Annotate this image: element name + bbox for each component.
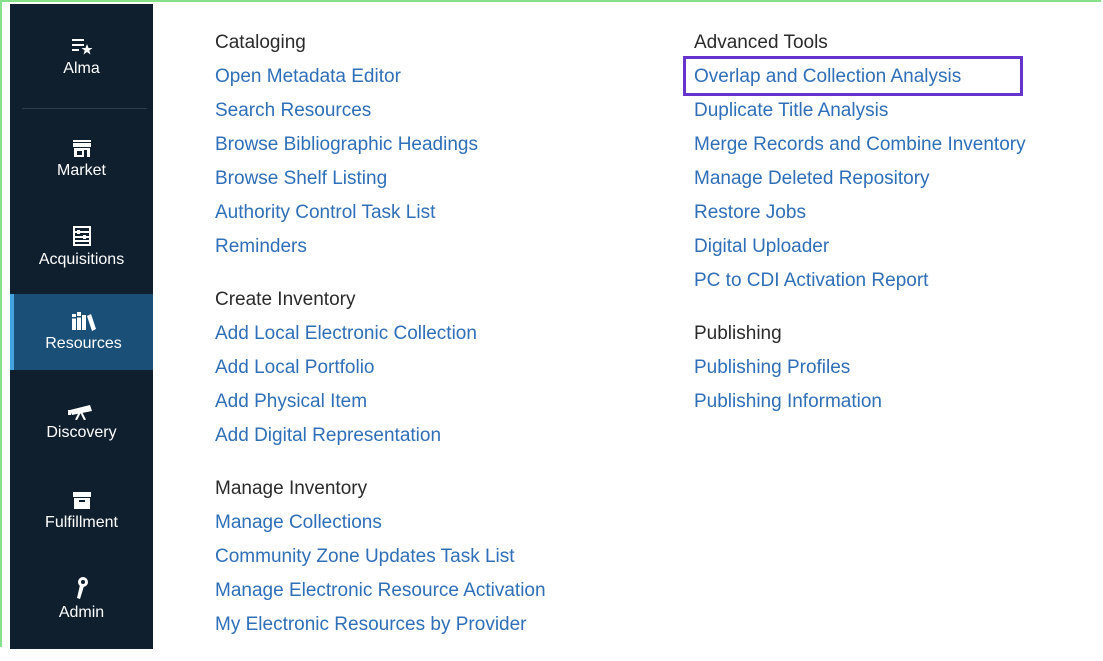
sidebar-item-label: Resources — [45, 335, 122, 352]
link-pc-to-cdi-activation-report[interactable]: PC to CDI Activation Report — [694, 264, 1026, 298]
link-community-zone-updates-task-list[interactable]: Community Zone Updates Task List — [215, 540, 546, 574]
sidebar-nav: Alma Market Acquisitions Resources Disco… — [10, 4, 153, 649]
link-publishing-information[interactable]: Publishing Information — [694, 385, 1026, 419]
sidebar-item-label: Market — [57, 162, 106, 179]
link-merge-records-and-combine-inventory[interactable]: Merge Records and Combine Inventory — [694, 128, 1026, 162]
admin-wrench-icon — [76, 577, 88, 599]
fulfillment-archive-icon — [72, 492, 91, 509]
link-manage-electronic-resource-activation[interactable]: Manage Electronic Resource Activation — [215, 574, 546, 608]
sidebar-item-label: Alma — [63, 60, 100, 77]
link-duplicate-title-analysis[interactable]: Duplicate Title Analysis — [694, 94, 1026, 128]
link-add-local-portfolio[interactable]: Add Local Portfolio — [215, 351, 546, 385]
section-manage-inventory: Manage Inventory Manage Collections Comm… — [215, 472, 546, 642]
sidebar-item-label: Discovery — [46, 424, 117, 441]
link-reminders[interactable]: Reminders — [215, 230, 546, 264]
link-browse-bibliographic-headings[interactable]: Browse Bibliographic Headings — [215, 128, 546, 162]
sidebar-item-label: Fulfillment — [45, 514, 118, 531]
sidebar-item-market[interactable]: Market — [10, 124, 153, 194]
link-add-physical-item[interactable]: Add Physical Item — [215, 385, 546, 419]
section-heading: Advanced Tools — [694, 32, 828, 53]
discovery-telescope-icon — [67, 405, 92, 420]
section-create-inventory: Create Inventory Add Local Electronic Co… — [215, 283, 546, 453]
section-cataloging: Cataloging Open Metadata Editor Search R… — [215, 26, 546, 264]
link-manage-deleted-repository[interactable]: Manage Deleted Repository — [694, 162, 1026, 196]
link-my-electronic-resources-by-provider[interactable]: My Electronic Resources by Provider — [215, 608, 546, 642]
sidebar-item-alma[interactable]: Alma — [10, 22, 153, 92]
link-manage-collections[interactable]: Manage Collections — [215, 506, 546, 540]
link-digital-uploader[interactable]: Digital Uploader — [694, 230, 1026, 264]
section-heading: Manage Inventory — [215, 478, 368, 499]
link-open-metadata-editor[interactable]: Open Metadata Editor — [215, 60, 546, 94]
sidebar-divider — [22, 108, 147, 109]
resources-books-icon — [71, 312, 96, 331]
section-heading: Cataloging — [215, 32, 306, 53]
section-heading: Publishing — [694, 323, 782, 344]
sidebar-item-resources[interactable]: Resources — [10, 294, 153, 370]
link-add-digital-representation[interactable]: Add Digital Representation — [215, 419, 546, 453]
menu-column-left: Cataloging Open Metadata Editor Search R… — [215, 26, 546, 661]
link-add-local-electronic-collection[interactable]: Add Local Electronic Collection — [215, 317, 546, 351]
link-authority-control-task-list[interactable]: Authority Control Task List — [215, 196, 546, 230]
sidebar-item-fulfillment[interactable]: Fulfillment — [10, 476, 153, 546]
highlight-annotation-box — [683, 56, 1023, 96]
sidebar-item-discovery[interactable]: Discovery — [10, 388, 153, 458]
link-search-resources[interactable]: Search Resources — [215, 94, 546, 128]
market-store-icon — [72, 140, 91, 157]
link-browse-shelf-listing[interactable]: Browse Shelf Listing — [215, 162, 546, 196]
section-heading: Create Inventory — [215, 289, 356, 310]
link-publishing-profiles[interactable]: Publishing Profiles — [694, 351, 1026, 385]
alma-star-icon — [71, 39, 92, 55]
acquisitions-abacus-icon — [72, 226, 91, 246]
sidebar-item-label: Admin — [58, 604, 105, 621]
sidebar-item-label: Acquisitions — [38, 251, 125, 268]
section-publishing: Publishing Publishing Profiles Publishin… — [694, 317, 1026, 419]
link-restore-jobs[interactable]: Restore Jobs — [694, 196, 1026, 230]
sidebar-item-admin[interactable]: Admin — [10, 562, 153, 636]
sidebar-item-acquisitions[interactable]: Acquisitions — [10, 210, 153, 284]
